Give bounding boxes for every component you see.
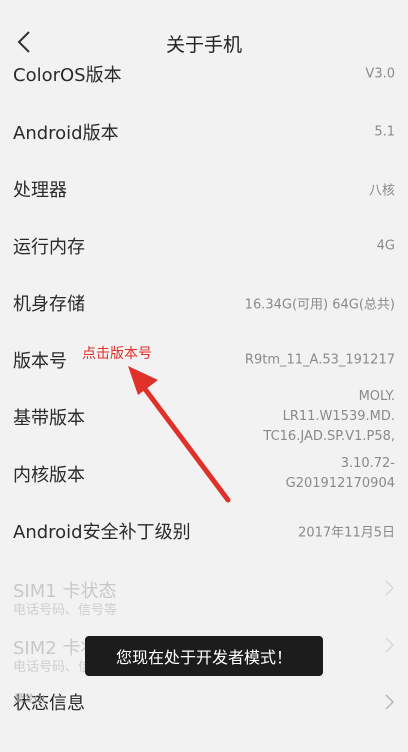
value-line: TC16.JAD.SP.V1.P58,	[263, 428, 395, 444]
row-value: 5.1	[374, 124, 395, 139]
row-security-patch[interactable]: Android安全补丁级别 2017年11月5日	[0, 502, 408, 559]
row-value: 4G	[376, 238, 395, 253]
title-bar: 关于手机	[0, 0, 408, 64]
row-value: 3.10.72- G201912170904	[286, 454, 395, 494]
row-ram[interactable]: 运行内存 4G	[0, 217, 408, 274]
row-android-version[interactable]: Android版本 5.1	[0, 103, 408, 160]
row-label: 版本号	[13, 350, 67, 372]
value-line: G201912170904	[285, 475, 395, 491]
row-label: 内核版本	[13, 464, 85, 486]
row-label: Android安全补丁级别	[13, 521, 191, 543]
row-baseband-version[interactable]: 基带版本 MOLY. LR11.W1539.MD. TC16.JAD.SP.V1…	[0, 388, 408, 445]
page-title: 关于手机	[165, 34, 242, 56]
row-sim1-status[interactable]: SIM1 卡状态 电话号码、信号等	[0, 559, 408, 618]
row-value: R9tm_11_A.53_191217	[244, 352, 395, 367]
chevron-right-icon	[385, 636, 394, 653]
row-build-number[interactable]: 版本号 R9tm_11_A.53_191217	[0, 331, 408, 388]
row-label: 运行内存	[13, 236, 85, 258]
row-value: 16.34G(可用) 64G(总共)	[244, 297, 395, 312]
value-line: 3.10.72-	[340, 455, 395, 471]
row-value: MOLY. LR11.W1539.MD. TC16.JAD.SP.V1.P58,	[263, 387, 395, 447]
about-phone-list: ColorOS版本 V3.0 Android版本 5.1 处理器 八核 运行内存…	[0, 48, 408, 730]
row-kernel-version[interactable]: 内核版本 3.10.72- G201912170904	[0, 445, 408, 502]
chevron-right-icon	[385, 693, 394, 710]
row-value: 八核	[368, 183, 395, 198]
row-label: ColorOS版本	[13, 65, 122, 86]
row-label: Android版本	[13, 122, 119, 144]
row-processor[interactable]: 处理器 八核	[0, 160, 408, 217]
row-label: 处理器	[13, 179, 67, 201]
value-line: MOLY.	[358, 388, 395, 404]
row-value: V3.0	[365, 66, 395, 82]
developer-mode-toast: 您现在处于开发者模式！	[85, 636, 323, 676]
value-line: LR11.W1539.MD.	[282, 408, 395, 424]
row-label: 机身存储	[13, 293, 85, 315]
row-label: 基带版本	[13, 407, 85, 429]
watermark-text: 爱龙OL	[14, 694, 48, 705]
row-value: 2017年11月5日	[298, 525, 395, 540]
annotation-text: 点击版本号	[82, 346, 152, 362]
row-storage[interactable]: 机身存储 16.34G(可用) 64G(总共)	[0, 274, 408, 331]
chevron-right-icon	[385, 579, 394, 596]
row-status-info[interactable]: 状态信息	[0, 673, 408, 730]
